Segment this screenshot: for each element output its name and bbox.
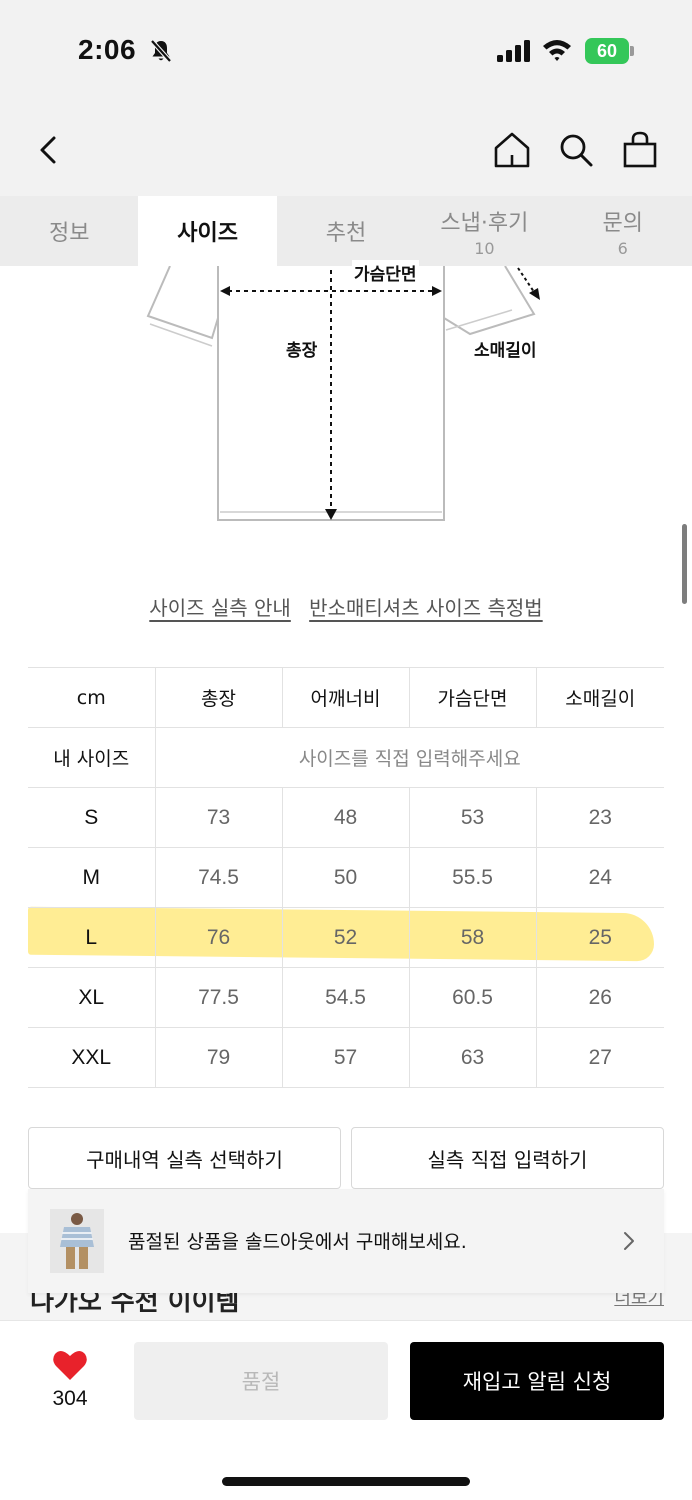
battery-tip [630,46,634,56]
tshirt-outline-illustration [146,265,540,521]
table-cell: 77.5 [155,967,283,1028]
table-cell: 79 [155,1027,283,1088]
soldout-button: 품절 [134,1342,388,1420]
my-size-label: 내 사이즈 [28,727,156,788]
table-cell: 74.5 [155,847,283,908]
battery-indicator: 60 [585,38,635,64]
size-label: S [28,787,156,848]
table-header-row: cm 총장 어깨너비 가슴단면 소매길이 [28,667,664,728]
table-cell: 52 [282,907,410,968]
table-cell: 53 [409,787,537,848]
table-row: XL 77.5 54.5 60.5 26 [28,967,664,1028]
size-label: XL [28,967,156,1028]
tab-label: 추천 [325,221,367,246]
button-label: 실측 직접 입력하기 [427,1147,588,1172]
tab-count: 10 [474,238,495,258]
soldout-banner-text: 품절된 상품을 솔드아웃에서 구매해보세요. [128,1231,467,1253]
size-label: L [28,907,156,968]
select-purchase-history-button[interactable]: 구매내역 실측 선택하기 [28,1127,341,1189]
tab-snap-review[interactable]: 스냅·후기 10 [415,196,553,266]
heart-icon[interactable] [52,1349,88,1381]
tab-count: 6 [617,238,628,258]
table-row: M 74.5 50 55.5 24 [28,847,664,908]
tshirt-measure-diagram: 가슴단면 총장 소매길이 [0,260,692,536]
chest-label: 가슴단면 [352,260,419,285]
tab-label: 사이즈 [177,221,238,246]
my-size-input[interactable]: 사이즈를 직접 입력해주세요 [155,727,664,788]
table-cell: 24 [536,847,664,908]
scrollbar[interactable] [682,524,687,604]
bottom-action-bar: 304 품절 재입고 알림 신청 [0,1320,692,1500]
size-guide-link[interactable]: 사이즈 실측 안내 [149,596,291,620]
soldout-banner[interactable]: 품절된 상품을 솔드아웃에서 구매해보세요. [28,1189,664,1293]
table-cell: 27 [536,1027,664,1088]
table-cell: 73 [155,787,283,848]
bell-muted-icon [150,39,172,63]
table-cell: 23 [536,787,664,848]
chevron-right-icon [624,1232,634,1250]
sleeve-label: 소매길이 [474,341,537,361]
table-cell: 50 [282,847,410,908]
home-icon[interactable] [492,130,532,170]
shopping-bag-icon[interactable] [620,130,660,170]
table-cell: 25 [536,907,664,968]
table-cell: 55.5 [409,847,537,908]
table-cell: 57 [282,1027,410,1088]
table-header: 소매길이 [536,667,664,728]
tab-label: 정보 [48,221,90,246]
measure-method-link[interactable]: 반소매티셔츠 사이즈 측정법 [309,596,543,620]
table-header: 가슴단면 [409,667,537,728]
direct-input-button[interactable]: 실측 직접 입력하기 [351,1127,664,1189]
table-header: 어깨너비 [282,667,410,728]
tab-info[interactable]: 정보 [0,196,138,266]
table-cell: 63 [409,1027,537,1088]
button-label: 재입고 알림 신청 [462,1370,612,1394]
table-cell: 76 [155,907,283,968]
person-figure-image [50,1209,104,1273]
status-bar: 2:06 60 [0,0,692,100]
chevron-left-icon[interactable] [30,130,70,170]
product-thumbnail [50,1209,104,1273]
tab-inquiry[interactable]: 문의 6 [554,196,692,266]
my-size-row: 내 사이즈 사이즈를 직접 입력해주세요 [28,727,664,788]
size-label: XXL [28,1027,156,1088]
table-header: cm [28,667,156,728]
product-tabs: 정보 사이즈 추천 스냅·후기 10 문의 6 [0,196,692,266]
tab-label: 스냅·후기 [440,210,529,236]
home-indicator [222,1477,470,1486]
status-time: 2:06 [78,34,137,65]
length-label: 총장 [286,341,318,361]
like-count: 304 [52,1387,88,1410]
table-row: S 73 48 53 23 [28,787,664,848]
table-cell: 60.5 [409,967,537,1028]
size-guide-links: 사이즈 실측 안내 반소매티셔츠 사이즈 측정법 [0,592,692,621]
table-cell: 48 [282,787,410,848]
tab-recommend[interactable]: 추천 [277,196,415,266]
nav-bar [0,100,692,196]
table-cell: 54.5 [282,967,410,1028]
tab-label: 문의 [602,210,643,236]
battery-level: 60 [585,38,629,64]
cellular-signal-icon [497,40,530,62]
wifi-icon [543,40,571,61]
table-row: XXL 79 57 63 27 [28,1027,664,1088]
table-cell: 26 [536,967,664,1028]
table-row-highlighted: L 76 52 58 25 [28,907,664,968]
table-header: 총장 [155,667,283,728]
button-label: 구매내역 실측 선택하기 [86,1147,283,1172]
button-label: 품절 [241,1370,281,1394]
size-label: M [28,847,156,908]
restock-alert-button[interactable]: 재입고 알림 신청 [410,1342,664,1420]
size-table: cm 총장 어깨너비 가슴단면 소매길이 내 사이즈 사이즈를 직접 입력해주세… [28,667,664,1088]
table-cell: 58 [409,907,537,968]
search-icon[interactable] [556,130,596,170]
tab-size[interactable]: 사이즈 [138,196,277,266]
